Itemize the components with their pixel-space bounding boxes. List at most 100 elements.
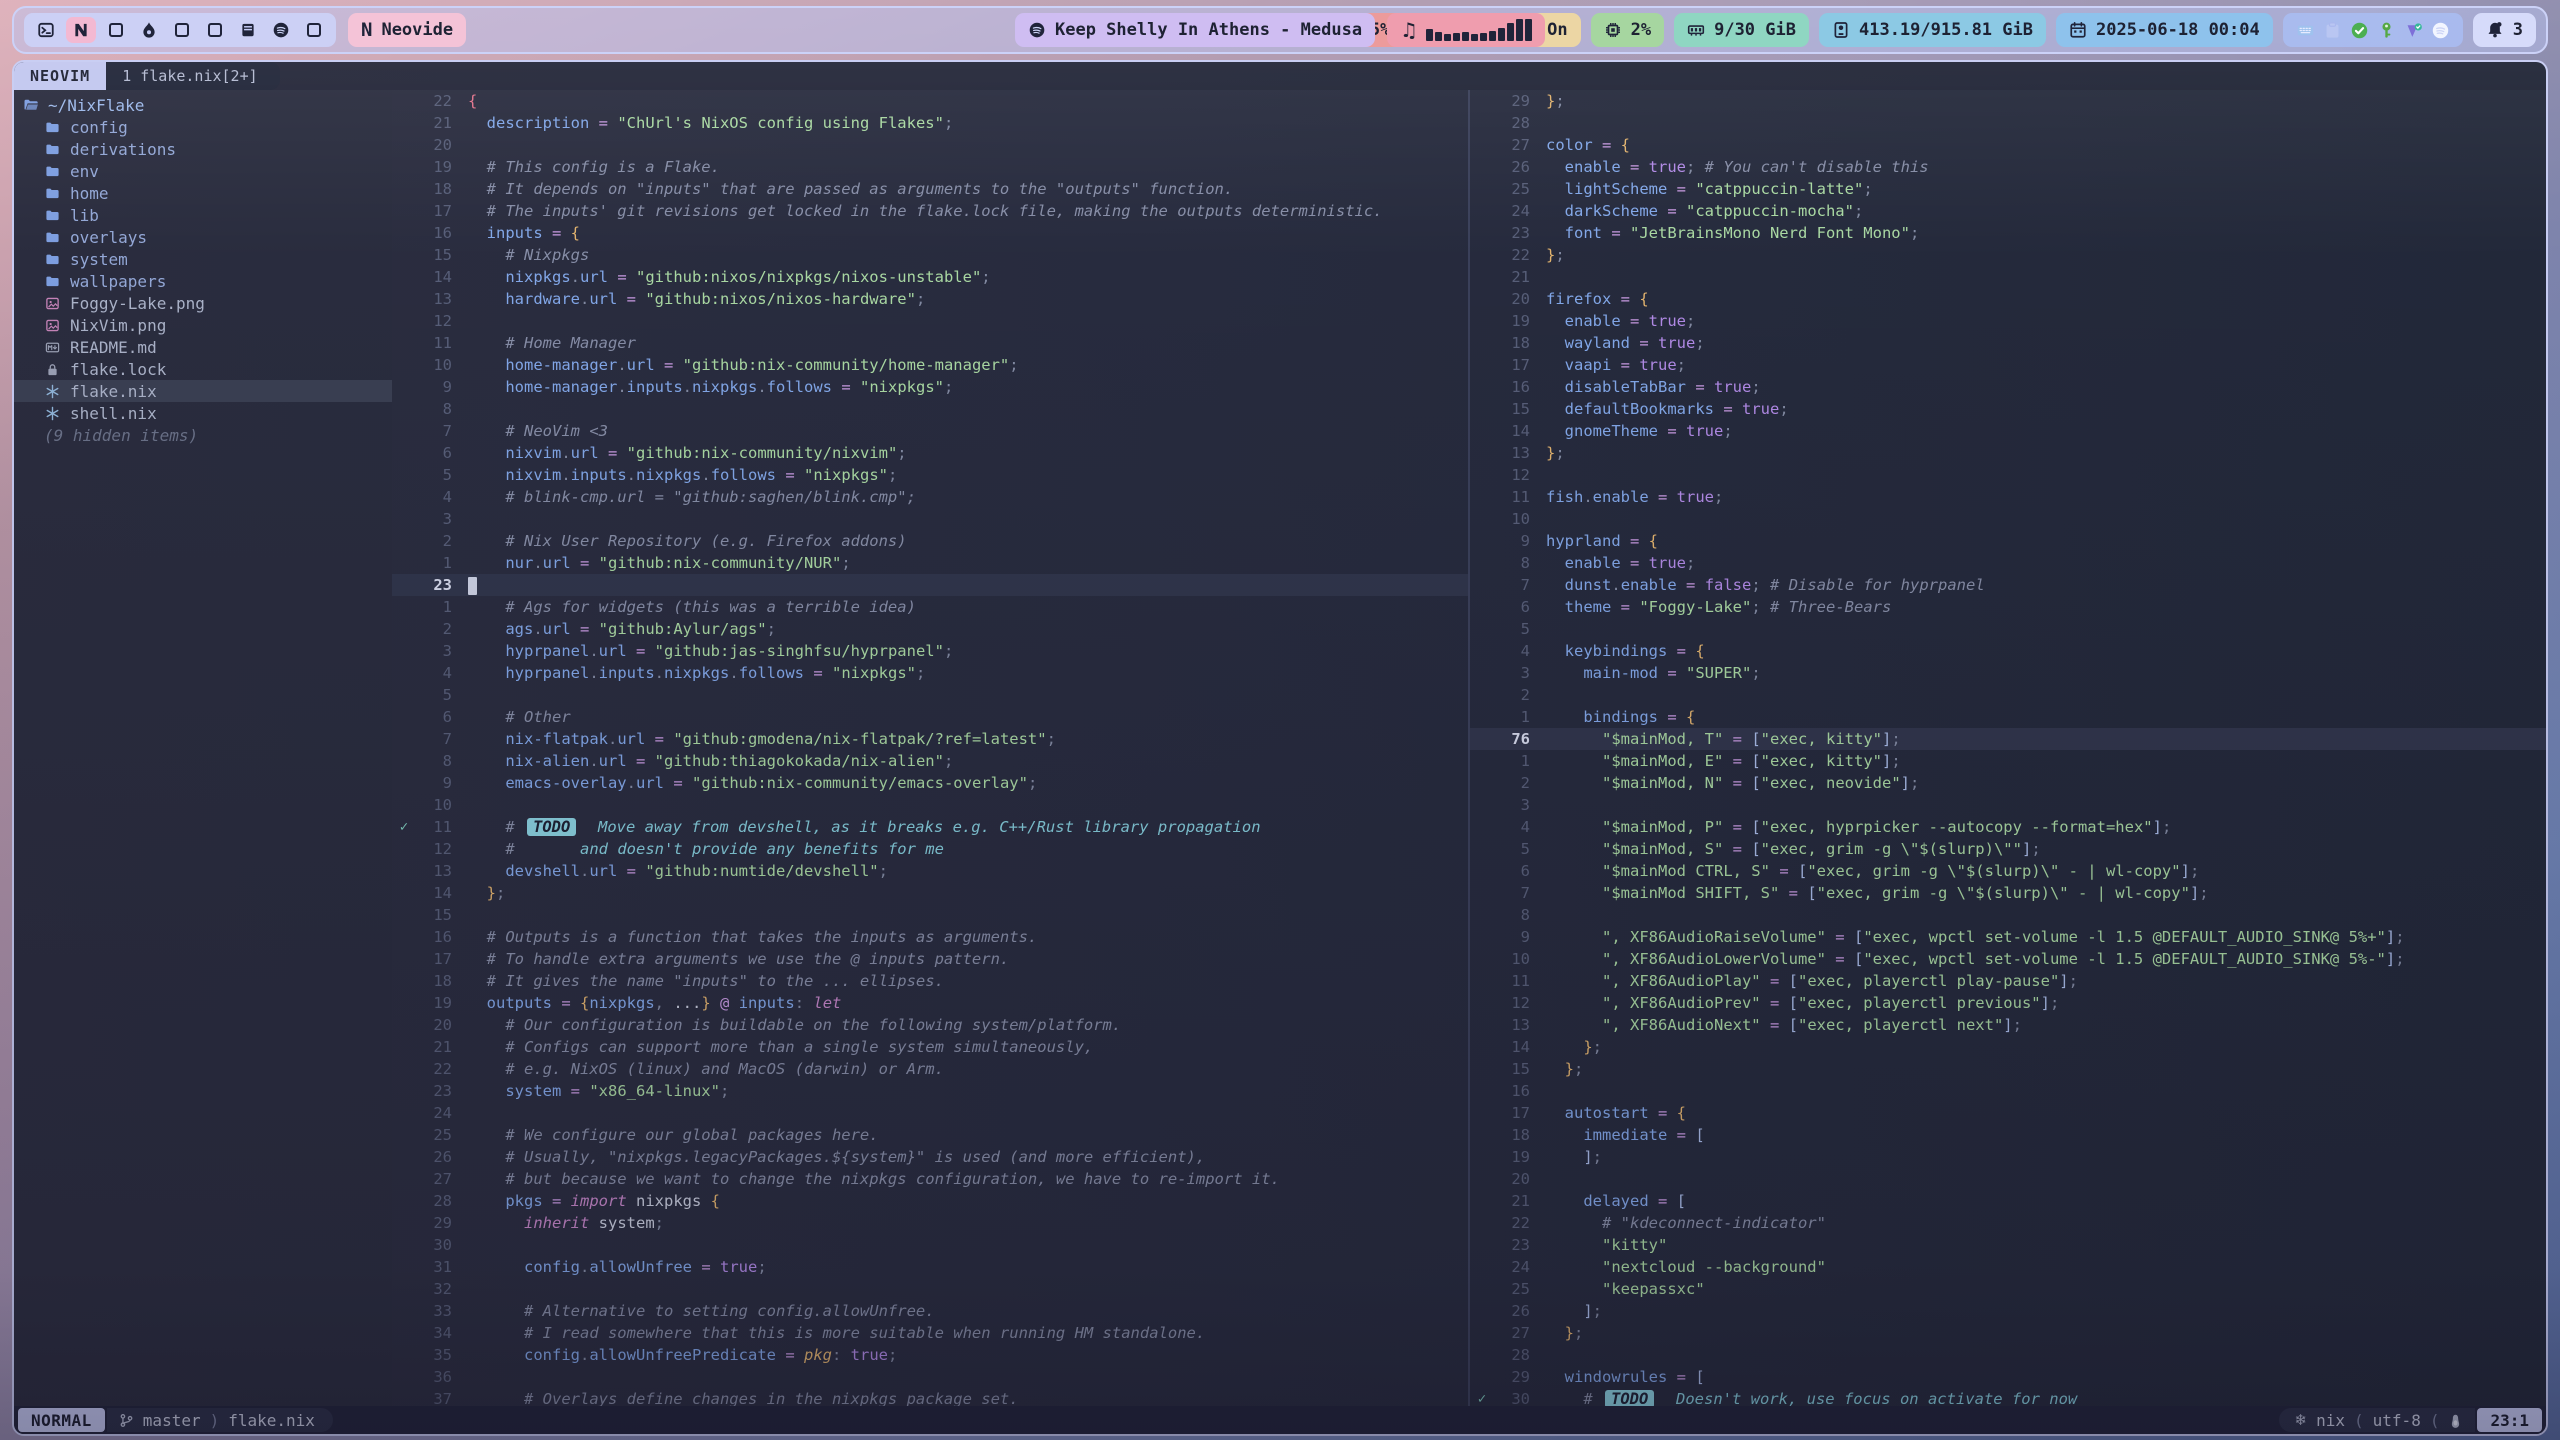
code-line[interactable]: 4 keybindings = { bbox=[1470, 640, 2546, 662]
code-line[interactable]: 13}; bbox=[1470, 442, 2546, 464]
code-line[interactable]: 25 # We configure our global packages he… bbox=[392, 1124, 1468, 1146]
clock-pill[interactable]: 2025-06-18 00:04 bbox=[2056, 13, 2273, 47]
code-line[interactable]: 8 nix-alien.url = "github:thiagokokada/n… bbox=[392, 750, 1468, 772]
code-line[interactable]: 4 # blink-cmp.url = "github:saghen/blink… bbox=[392, 486, 1468, 508]
code-line[interactable]: 1 "$mainMod, E" = ["exec, kitty"]; bbox=[1470, 750, 2546, 772]
tree-item-flake.lock[interactable]: flake.lock bbox=[14, 358, 392, 380]
code-line[interactable]: 9 home-manager.inputs.nixpkgs.follows = … bbox=[392, 376, 1468, 398]
tree-item-config[interactable]: config bbox=[14, 116, 392, 138]
workspace-workspace-dot[interactable] bbox=[103, 17, 129, 43]
code-line[interactable]: ✓11 # TODO Move away from devshell, as i… bbox=[392, 816, 1468, 838]
workspace-spotify-icon[interactable] bbox=[268, 17, 294, 43]
code-line[interactable]: 21 bbox=[1470, 266, 2546, 288]
code-line[interactable]: ✓30 # TODO Doesn't work, use focus_on_ac… bbox=[1470, 1388, 2546, 1406]
code-line[interactable]: 2 bbox=[1470, 684, 2546, 706]
code-line[interactable]: 16 bbox=[1470, 1080, 2546, 1102]
tab-buffer-flake-nix[interactable]: 1 flake.nix[2+] bbox=[106, 62, 279, 90]
code-line[interactable]: 20 bbox=[392, 134, 1468, 156]
code-line[interactable]: 22 # "kdeconnect-indicator" bbox=[1470, 1212, 2546, 1234]
tree-item-lib[interactable]: lib bbox=[14, 204, 392, 226]
code-line[interactable]: 18 immediate = [ bbox=[1470, 1124, 2546, 1146]
code-line[interactable]: 8 bbox=[392, 398, 1468, 420]
code-line[interactable]: 34 # I read somewhere that this is more … bbox=[392, 1322, 1468, 1344]
code-line[interactable]: 22 # e.g. NixOS (linux) and MacOS (darwi… bbox=[392, 1058, 1468, 1080]
code-line[interactable]: 76 "$mainMod, T" = ["exec, kitty"]; bbox=[1470, 728, 2546, 750]
code-line[interactable]: 27 }; bbox=[1470, 1322, 2546, 1344]
code-line[interactable]: 9 ", XF86AudioRaiseVolume" = ["exec, wpc… bbox=[1470, 926, 2546, 948]
editor-pane-right[interactable]: 29};2827color = {26 enable = true; # You… bbox=[1470, 90, 2546, 1406]
code-line[interactable]: 28 pkgs = import nixpkgs { bbox=[392, 1190, 1468, 1212]
code-line[interactable]: 31 config.allowUnfree = true; bbox=[392, 1256, 1468, 1278]
code-line[interactable]: 13 ", XF86AudioNext" = ["exec, playerctl… bbox=[1470, 1014, 2546, 1036]
code-line[interactable]: 7 nix-flatpak.url = "github:gmodena/nix-… bbox=[392, 728, 1468, 750]
code-line[interactable]: 21 description = "ChUrl's NixOS config u… bbox=[392, 112, 1468, 134]
code-line[interactable]: 23 font = "JetBrainsMono Nerd Font Mono"… bbox=[1470, 222, 2546, 244]
keyboard-icon[interactable] bbox=[2296, 21, 2315, 40]
code-line[interactable]: 19 outputs = {nixpkgs, ...} @ inputs: le… bbox=[392, 992, 1468, 1014]
workspace-terminal-icon[interactable] bbox=[33, 17, 59, 43]
code-line[interactable]: 12 ", XF86AudioPrev" = ["exec, playerctl… bbox=[1470, 992, 2546, 1014]
code-line[interactable]: 3 bbox=[392, 508, 1468, 530]
code-line[interactable]: 28 bbox=[1470, 1344, 2546, 1366]
code-line[interactable]: 36 bbox=[392, 1366, 1468, 1388]
code-line[interactable]: 10 bbox=[392, 794, 1468, 816]
code-line[interactable]: 14 }; bbox=[1470, 1036, 2546, 1058]
code-line[interactable]: 16 # Outputs is a function that takes th… bbox=[392, 926, 1468, 948]
code-line[interactable]: 17 # The inputs' git revisions get locke… bbox=[392, 200, 1468, 222]
code-line[interactable]: 4 hyprpanel.inputs.nixpkgs.follows = "ni… bbox=[392, 662, 1468, 684]
code-line[interactable]: 16 disableTabBar = true; bbox=[1470, 376, 2546, 398]
tree-item-system[interactable]: system bbox=[14, 248, 392, 270]
code-line[interactable]: 18 wayland = true; bbox=[1470, 332, 2546, 354]
workspace-workspace-dot[interactable] bbox=[301, 17, 327, 43]
code-line[interactable]: 11fish.enable = true; bbox=[1470, 486, 2546, 508]
code-line[interactable]: 24 "nextcloud --background" bbox=[1470, 1256, 2546, 1278]
tree-item-wallpapers[interactable]: wallpapers bbox=[14, 270, 392, 292]
code-line[interactable]: 20 # Our configuration is buildable on t… bbox=[392, 1014, 1468, 1036]
code-line[interactable]: 2 # Nix User Repository (e.g. Firefox ad… bbox=[392, 530, 1468, 552]
code-line[interactable]: 30 bbox=[392, 1234, 1468, 1256]
code-line[interactable]: 5 "$mainMod, S" = ["exec, grim -g \"$(sl… bbox=[1470, 838, 2546, 860]
code-line[interactable]: 3 main-mod = "SUPER"; bbox=[1470, 662, 2546, 684]
code-line[interactable]: 10 ", XF86AudioLowerVolume" = ["exec, wp… bbox=[1470, 948, 2546, 970]
code-line[interactable]: 9hyprland = { bbox=[1470, 530, 2546, 552]
code-line[interactable]: 26 enable = true; # You can't disable th… bbox=[1470, 156, 2546, 178]
code-line[interactable]: 21 delayed = [ bbox=[1470, 1190, 2546, 1212]
tree-item-foggy-lake.png[interactable]: Foggy-Lake.png bbox=[14, 292, 392, 314]
code-line[interactable]: 24 darkScheme = "catppuccin-mocha"; bbox=[1470, 200, 2546, 222]
tree-item-home[interactable]: home bbox=[14, 182, 392, 204]
key-icon[interactable] bbox=[2377, 21, 2396, 40]
code-line[interactable]: 24 bbox=[392, 1102, 1468, 1124]
code-line[interactable]: 2 "$mainMod, N" = ["exec, neovide"]; bbox=[1470, 772, 2546, 794]
code-line[interactable]: 18 # It gives the name "inputs" to the .… bbox=[392, 970, 1468, 992]
code-line[interactable]: 1 bindings = { bbox=[1470, 706, 2546, 728]
code-line[interactable]: 14 nixpkgs.url = "github:nixos/nixpkgs/n… bbox=[392, 266, 1468, 288]
cpu-pill[interactable]: 2% bbox=[1591, 13, 1664, 47]
workspace-workspace-dot[interactable] bbox=[202, 17, 228, 43]
notifications-pill[interactable]: 3 bbox=[2473, 13, 2536, 47]
check-circle-icon[interactable] bbox=[2350, 21, 2369, 40]
code-line[interactable]: 20 bbox=[1470, 1168, 2546, 1190]
code-line[interactable]: 3 bbox=[1470, 794, 2546, 816]
workspace-workspace-dot[interactable] bbox=[169, 17, 195, 43]
code-line[interactable]: 15 bbox=[392, 904, 1468, 926]
code-line[interactable]: 17 vaapi = true; bbox=[1470, 354, 2546, 376]
code-line[interactable]: 6 theme = "Foggy-Lake"; # Three-Bears bbox=[1470, 596, 2546, 618]
code-line[interactable]: 23 system = "x86_64-linux"; bbox=[392, 1080, 1468, 1102]
code-line[interactable]: 33 # Alternative to setting config.allow… bbox=[392, 1300, 1468, 1322]
code-line[interactable]: 27 # but because we want to change the n… bbox=[392, 1168, 1468, 1190]
code-line[interactable]: 12 bbox=[1470, 464, 2546, 486]
code-line[interactable]: 19 ]; bbox=[1470, 1146, 2546, 1168]
code-line[interactable]: 11 ", XF86AudioPlay" = ["exec, playerctl… bbox=[1470, 970, 2546, 992]
code-line[interactable]: 8 enable = true; bbox=[1470, 552, 2546, 574]
code-line[interactable]: 23 bbox=[392, 574, 1468, 596]
code-line[interactable]: 37 # Overlays define changes in the nixp… bbox=[392, 1388, 1468, 1406]
workspace-files-icon[interactable] bbox=[235, 17, 261, 43]
media-player-pill[interactable]: Keep Shelly In Athens - Medusa bbox=[1015, 13, 1375, 47]
workspace-active-neovim-icon[interactable] bbox=[66, 17, 96, 43]
code-line[interactable]: 22{ bbox=[392, 90, 1468, 112]
code-line[interactable]: 20firefox = { bbox=[1470, 288, 2546, 310]
tree-item-nixvim.png[interactable]: NixVim.png bbox=[14, 314, 392, 336]
code-line[interactable]: 15 }; bbox=[1470, 1058, 2546, 1080]
clipboard-icon[interactable] bbox=[2323, 21, 2342, 40]
tree-item-flake.nix[interactable]: flake.nix bbox=[14, 380, 392, 402]
